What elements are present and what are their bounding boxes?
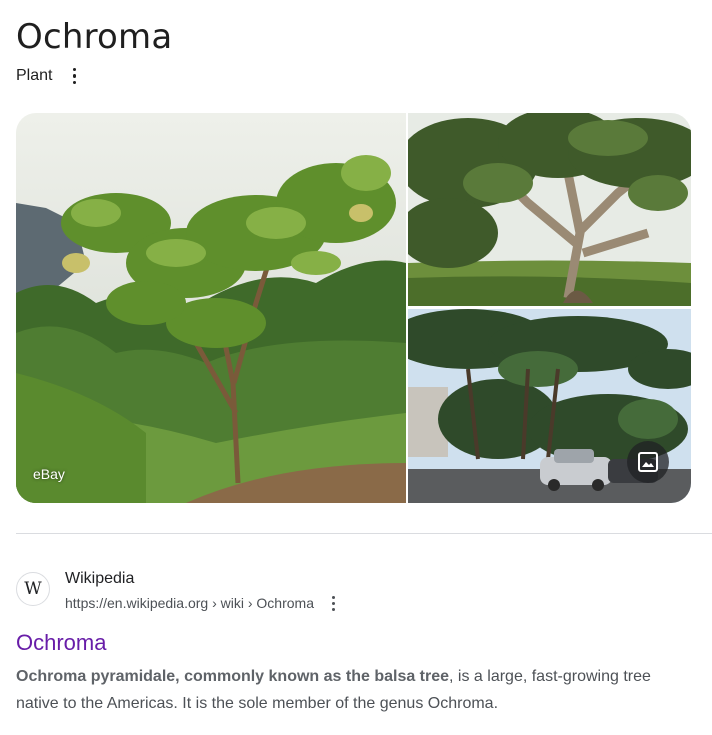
entity-subtitle-row: Plant bbox=[16, 65, 82, 87]
site-url-row: https://en.wikipedia.org › wiki › Ochrom… bbox=[65, 593, 342, 613]
result-more-vert-icon[interactable] bbox=[326, 593, 342, 613]
gallery-image-top-right[interactable] bbox=[408, 113, 691, 306]
page-title: Ochroma bbox=[16, 17, 173, 57]
image-gallery: eBay bbox=[16, 113, 691, 503]
more-vert-icon[interactable] bbox=[66, 66, 82, 86]
result-snippet: Ochroma pyramidale, commonly known as th… bbox=[16, 663, 696, 717]
snippet-bold-text: Ochroma pyramidale, commonly known as th… bbox=[16, 668, 450, 685]
entity-type: Plant bbox=[16, 67, 53, 84]
site-url[interactable]: https://en.wikipedia.org › wiki › Ochrom… bbox=[65, 594, 314, 612]
wikipedia-favicon-icon[interactable]: W bbox=[16, 572, 50, 606]
balsa-sapling-photo bbox=[16, 113, 406, 503]
favicon-letter: W bbox=[24, 579, 42, 599]
gallery-image-main[interactable]: eBay bbox=[16, 113, 406, 503]
result-title-link[interactable]: Ochroma bbox=[16, 629, 696, 657]
image-source-label: eBay bbox=[33, 466, 65, 482]
result-source-row: W Wikipedia https://en.wikipedia.org › w… bbox=[16, 568, 696, 613]
result-source-meta: Wikipedia https://en.wikipedia.org › wik… bbox=[65, 568, 342, 613]
search-result: W Wikipedia https://en.wikipedia.org › w… bbox=[16, 568, 696, 717]
gallery-image-bottom-right[interactable] bbox=[408, 309, 691, 503]
balsa-tree-trunk-photo bbox=[408, 113, 691, 306]
site-name[interactable]: Wikipedia bbox=[65, 568, 342, 590]
section-divider bbox=[16, 533, 712, 534]
image-icon[interactable] bbox=[627, 441, 669, 483]
